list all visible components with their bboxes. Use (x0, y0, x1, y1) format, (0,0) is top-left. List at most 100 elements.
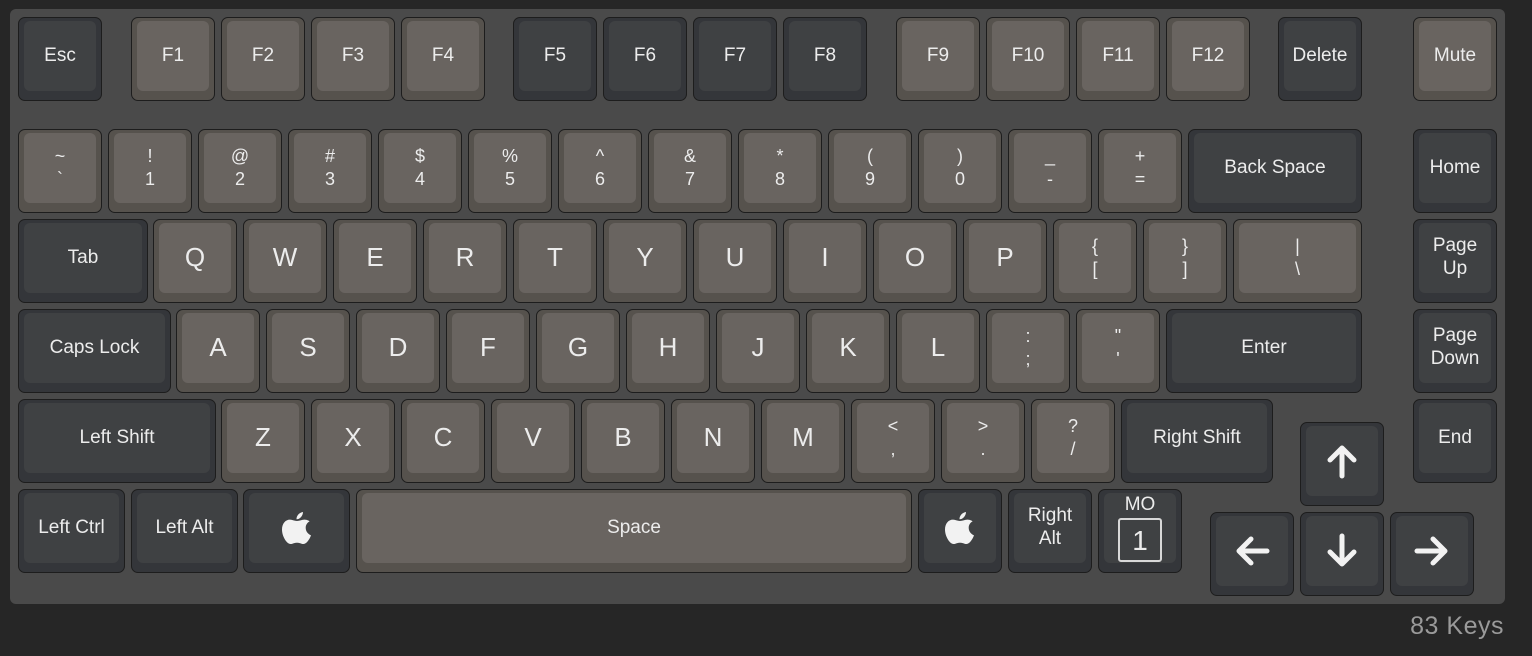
key-e[interactable]: E (333, 219, 417, 303)
key-h-label: H (632, 313, 704, 383)
key-tab[interactable]: Tab (18, 219, 148, 303)
key-f8[interactable]: F8 (783, 17, 867, 101)
key-comma[interactable]: <, (851, 399, 935, 483)
key-q[interactable]: Q (153, 219, 237, 303)
key-l[interactable]: L (896, 309, 980, 393)
key-space-label: Space (362, 493, 906, 563)
key-m[interactable]: M (761, 399, 845, 483)
key-f9[interactable]: F9 (896, 17, 980, 101)
key-esc[interactable]: Esc (18, 17, 102, 101)
key-f5[interactable]: F5 (513, 17, 597, 101)
key-z[interactable]: Z (221, 399, 305, 483)
key-9[interactable]: (9 (828, 129, 912, 213)
key-j[interactable]: J (716, 309, 800, 393)
key-5[interactable]: % 5 (468, 129, 552, 213)
key-shift-legend: # (324, 146, 335, 166)
key-right-alt[interactable]: Right Alt (1008, 489, 1092, 573)
key-right-bracket[interactable]: }] (1143, 219, 1227, 303)
key-d[interactable]: D (356, 309, 440, 393)
key-k[interactable]: K (806, 309, 890, 393)
key-right-cmd[interactable] (918, 489, 1002, 573)
key-2[interactable]: @2 (198, 129, 282, 213)
key-n[interactable]: N (671, 399, 755, 483)
key-caps-lock[interactable]: Caps Lock (18, 309, 171, 393)
key-f3[interactable]: F3 (311, 17, 395, 101)
key-o[interactable]: O (873, 219, 957, 303)
key-a[interactable]: A (176, 309, 260, 393)
key-c[interactable]: C (401, 399, 485, 483)
key-enter[interactable]: Enter (1166, 309, 1362, 393)
key-page-down[interactable]: Page Down (1413, 309, 1497, 393)
key-w[interactable]: W (243, 219, 327, 303)
key-count-label: 83 Keys (1410, 612, 1504, 640)
key-f2-label: F2 (227, 21, 299, 91)
key-g[interactable]: G (536, 309, 620, 393)
key-s[interactable]: S (266, 309, 350, 393)
key-base-legend: 5 (504, 169, 515, 189)
key-r[interactable]: R (423, 219, 507, 303)
key-base-legend: = (1134, 169, 1146, 189)
key-x[interactable]: X (311, 399, 395, 483)
key-u[interactable]: U (693, 219, 777, 303)
key-left-shift[interactable]: Left Shift (18, 399, 216, 483)
key-8[interactable]: * 8 (738, 129, 822, 213)
key-backspace[interactable]: Back Space (1188, 129, 1362, 213)
key-left-bracket[interactable]: {[ (1053, 219, 1137, 303)
key-slash[interactable]: ? / (1031, 399, 1115, 483)
key-f[interactable]: F (446, 309, 530, 393)
key-f2[interactable]: F2 (221, 17, 305, 101)
key-mute[interactable]: Mute (1413, 17, 1497, 101)
key-semicolon[interactable]: :; (986, 309, 1070, 393)
key-1[interactable]: ! 1 (108, 129, 192, 213)
key-7[interactable]: & 7 (648, 129, 732, 213)
key-period[interactable]: >. (941, 399, 1025, 483)
key-page-up[interactable]: Page Up (1413, 219, 1497, 303)
key-f6[interactable]: F6 (603, 17, 687, 101)
key-shift-legend: { (1091, 236, 1098, 256)
key-arrow-right[interactable] (1390, 512, 1474, 596)
key-3[interactable]: #3 (288, 129, 372, 213)
key-end[interactable]: End (1413, 399, 1497, 483)
key-f12[interactable]: F12 (1166, 17, 1250, 101)
key-v[interactable]: V (491, 399, 575, 483)
key-home[interactable]: Home (1413, 129, 1497, 213)
key-b[interactable]: B (581, 399, 665, 483)
key-equals[interactable]: + = (1098, 129, 1182, 213)
key-f11[interactable]: F11 (1076, 17, 1160, 101)
key-tab-label: Tab (24, 223, 142, 293)
key-f10[interactable]: F10 (986, 17, 1070, 101)
key-f1[interactable]: F1 (131, 17, 215, 101)
key-4[interactable]: $4 (378, 129, 462, 213)
key-tilde[interactable]: ~ ` (18, 129, 102, 213)
key-arrow-down[interactable] (1300, 512, 1384, 596)
key-mo-layer[interactable]: MO 1 (1098, 489, 1182, 573)
key-y[interactable]: Y (603, 219, 687, 303)
key-arrow-left[interactable] (1210, 512, 1294, 596)
key-f7-label: F7 (699, 21, 771, 91)
key-space[interactable]: Space (356, 489, 912, 573)
key-f7[interactable]: F7 (693, 17, 777, 101)
key-right-alt-line2: Alt (1038, 528, 1062, 549)
key-0[interactable]: ) 0 (918, 129, 1002, 213)
key-delete[interactable]: Delete (1278, 17, 1362, 101)
key-right-shift[interactable]: Right Shift (1121, 399, 1273, 483)
key-h[interactable]: H (626, 309, 710, 393)
key-6[interactable]: ^ 6 (558, 129, 642, 213)
key-t[interactable]: T (513, 219, 597, 303)
key-f4[interactable]: F4 (401, 17, 485, 101)
key-minus[interactable]: _ - (1008, 129, 1092, 213)
key-p[interactable]: P (963, 219, 1047, 303)
key-arrow-up[interactable] (1300, 422, 1384, 506)
key-base-legend: ' (1116, 349, 1120, 369)
key-i[interactable]: I (783, 219, 867, 303)
key-shift-legend: ? (1067, 416, 1078, 436)
key-left-alt[interactable]: Left Alt (131, 489, 238, 573)
key-quote[interactable]: " ' (1076, 309, 1160, 393)
key-left-ctrl[interactable]: Left Ctrl (18, 489, 125, 573)
key-u-label: U (699, 223, 771, 293)
key-backslash[interactable]: | \ (1233, 219, 1362, 303)
key-page-down-line2: Down (1430, 348, 1480, 369)
key-shift-legend: ! (147, 146, 153, 166)
key-left-cmd[interactable] (243, 489, 350, 573)
key-base-legend: ] (1182, 259, 1188, 279)
